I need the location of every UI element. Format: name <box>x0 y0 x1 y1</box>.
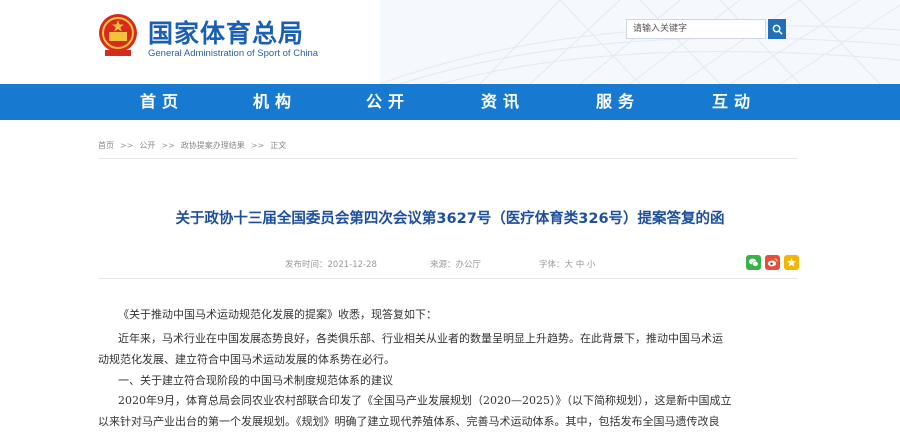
qzone-icon <box>786 257 797 267</box>
wechat-share-icon[interactable] <box>746 255 761 270</box>
nav-item-organization[interactable]: 机构 <box>253 84 297 120</box>
weibo-share-icon[interactable] <box>765 255 780 270</box>
search-button[interactable] <box>768 19 786 39</box>
article-paragraph: 动规范化发展、建立符合中国马术运动发展的体系势在必行。 <box>98 353 395 366</box>
wechat-icon <box>748 258 759 267</box>
article-section-heading: 一、关于建立符合现阶段的中国马术制度规范体系的建议 <box>118 374 393 387</box>
breadcrumb: 首页 >> 公开 >> 政协提案办理结果 >> 正文 <box>98 138 286 152</box>
nav-item-home[interactable]: 首页 <box>140 84 184 120</box>
breadcrumb-current: 正文 <box>270 140 287 150</box>
site-header: 国家体育总局 General Administration of Sport o… <box>0 0 900 84</box>
national-emblem-icon <box>99 14 137 56</box>
breadcrumb-public[interactable]: 公开 <box>139 140 155 151</box>
weibo-icon <box>767 258 778 267</box>
breadcrumb-separator: >> <box>120 140 134 150</box>
breadcrumb-divider <box>98 158 798 159</box>
breadcrumb-separator: >> <box>250 140 265 150</box>
publish-date: 发布时间：2021-12-28 <box>285 260 377 270</box>
search-icon <box>772 24 783 35</box>
qzone-share-icon[interactable] <box>784 255 799 270</box>
breadcrumb-home[interactable]: 首页 <box>98 140 114 151</box>
breadcrumb-separator: >> <box>161 140 175 150</box>
nav-item-interaction[interactable]: 互动 <box>712 84 756 120</box>
stadium-background-decoration <box>380 0 900 84</box>
meta-divider <box>98 278 798 279</box>
nav-item-news[interactable]: 资讯 <box>481 84 525 120</box>
breadcrumb-proposal-results[interactable]: 政协提案办理结果 <box>181 140 245 151</box>
article-source: 来源：办公厅 <box>430 260 482 270</box>
article-paragraph: 以来针对马产业出台的第一个发展规划。《规划》明确了建立现代养殖体系、完善马术运动… <box>98 415 720 428</box>
search-input[interactable]: 请输入关键字 <box>626 19 766 39</box>
nav-item-public[interactable]: 公开 <box>366 84 410 120</box>
article-paragraph: 《关于推动中国马术运动规范化发展的提案》收悉，现答复如下： <box>118 308 437 321</box>
article-paragraph: 2020年9月，体育总局会同农业农村部联合印发了《全国马产业发展规划（2020—… <box>118 394 732 407</box>
font-size-selector[interactable]: 字体：大 中 小 <box>539 258 595 272</box>
article-title: 关于政协十三届全国委员会第四次会议第3627号（医疗体育类326号）提案答复的函 <box>175 211 725 227</box>
site-logo-subtitle: General Administration of Sport of China <box>148 48 319 59</box>
nav-item-services[interactable]: 服务 <box>596 84 640 120</box>
article-paragraph: 近年来，马术行业在中国发展态势良好，各类俱乐部、行业相关从业者的数量呈明显上升趋… <box>118 332 723 345</box>
main-nav: 首页 机构 公开 资讯 服务 互动 <box>0 84 900 120</box>
site-logo-title[interactable]: 国家体育总局 <box>148 14 304 50</box>
